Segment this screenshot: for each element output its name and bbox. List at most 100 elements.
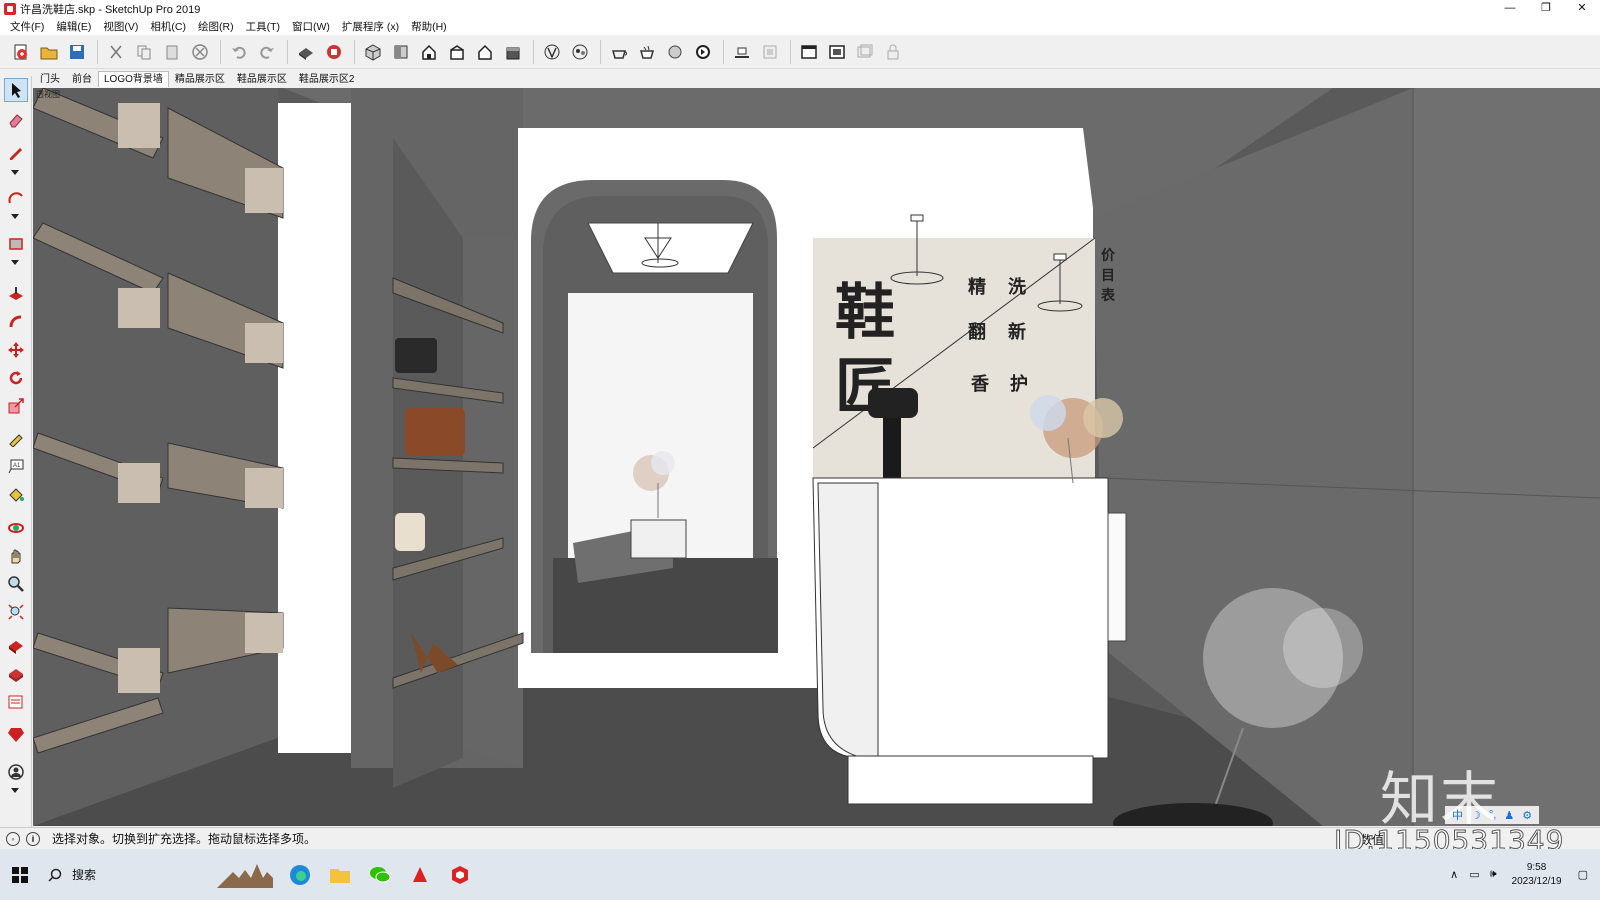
left-view-icon[interactable] bbox=[500, 39, 526, 65]
print-icon[interactable] bbox=[293, 39, 319, 65]
model-viewport[interactable]: 透视图 鞋 匠 精 洗 翻 新 香 护 价目表 bbox=[33, 88, 1600, 826]
scene-tab-shoe-display-2[interactable]: 鞋品展示区2 bbox=[293, 71, 361, 87]
sign-char-jing: 精 bbox=[968, 277, 986, 298]
xray-icon[interactable] bbox=[539, 39, 565, 65]
restore-button[interactable]: ❐ bbox=[1528, 0, 1564, 18]
ruby-icon[interactable] bbox=[4, 722, 28, 746]
scene-tab-front-desk[interactable]: 前台 bbox=[66, 71, 98, 87]
shaded-texture-icon[interactable] bbox=[690, 39, 716, 65]
push-pull-icon[interactable] bbox=[4, 282, 28, 306]
menu-help[interactable]: 帮助(H) bbox=[405, 19, 453, 34]
wechat-icon[interactable] bbox=[360, 855, 400, 895]
close-button[interactable]: ✕ bbox=[1564, 0, 1600, 18]
model-info-icon[interactable] bbox=[321, 39, 347, 65]
ime-settings-icon[interactable]: ⚙ bbox=[1522, 809, 1532, 822]
new-file-icon[interactable] bbox=[8, 39, 34, 65]
menu-window[interactable]: 窗口(W) bbox=[286, 19, 336, 34]
pencil-line-icon[interactable] bbox=[4, 140, 28, 164]
windows-start-icon[interactable] bbox=[0, 855, 40, 895]
ime-lang[interactable]: 中 bbox=[1452, 807, 1463, 823]
ime-user-icon[interactable]: ♟ bbox=[1504, 809, 1514, 822]
copy-icon[interactable] bbox=[131, 39, 157, 65]
eraser-icon[interactable] bbox=[4, 108, 28, 132]
network-icon[interactable]: ▭ bbox=[1469, 868, 1479, 881]
extension-warehouse-icon[interactable] bbox=[824, 39, 850, 65]
rectangle-icon[interactable] bbox=[4, 232, 28, 256]
extension-icon[interactable] bbox=[4, 662, 28, 686]
hidden-line-icon[interactable] bbox=[634, 39, 660, 65]
redo-icon[interactable] bbox=[254, 39, 280, 65]
geo-location-icon[interactable]: ◦ bbox=[6, 831, 20, 846]
chevron-down-icon[interactable] bbox=[11, 260, 19, 265]
right-view-icon[interactable] bbox=[444, 39, 470, 65]
back-view-icon[interactable] bbox=[472, 39, 498, 65]
top-view-icon[interactable] bbox=[388, 39, 414, 65]
select-arrow-icon[interactable] bbox=[4, 78, 28, 102]
open-folder-icon[interactable] bbox=[36, 39, 62, 65]
arc-icon[interactable] bbox=[4, 186, 28, 210]
rotate-icon[interactable] bbox=[4, 366, 28, 390]
menu-view[interactable]: 视图(V) bbox=[97, 19, 144, 34]
follow-me-icon[interactable] bbox=[4, 310, 28, 334]
layout-send-icon[interactable] bbox=[4, 690, 28, 714]
scene-tab-boutique-display[interactable]: 精品展示区 bbox=[169, 71, 231, 87]
warehouse-3d-icon[interactable] bbox=[4, 634, 28, 658]
menu-extensions[interactable]: 扩展程序 (x) bbox=[336, 19, 405, 34]
iso-view-icon[interactable] bbox=[360, 39, 386, 65]
volume-icon[interactable]: 🕪 bbox=[1490, 868, 1497, 881]
text-icon[interactable]: A1 bbox=[4, 454, 28, 478]
taskbar-search[interactable]: 搜索 bbox=[40, 859, 210, 891]
sign-char-xiang: 香 bbox=[971, 374, 989, 395]
zoom-icon[interactable] bbox=[4, 572, 28, 596]
sign-char-xin: 新 bbox=[1008, 322, 1026, 343]
clock-date: 2023/12/19 bbox=[1511, 875, 1562, 887]
menu-tools[interactable]: 工具(T) bbox=[240, 19, 286, 34]
scene-tab-storefront[interactable]: 门头 bbox=[34, 71, 66, 87]
scene-tab-logo-wall[interactable]: LOGO背景墙 bbox=[98, 71, 169, 87]
minimize-button[interactable]: — bbox=[1492, 0, 1528, 18]
clock[interactable]: 9:58 2023/12/19 bbox=[1512, 861, 1562, 889]
ime-moon-icon[interactable]: ☽ bbox=[1471, 809, 1481, 822]
sketchup-taskbar-icon[interactable] bbox=[440, 855, 480, 895]
scene-tab-shoe-display[interactable]: 鞋品展示区 bbox=[231, 71, 293, 87]
sign-char-xi: 洗 bbox=[1008, 277, 1026, 298]
layout-icon[interactable] bbox=[852, 39, 878, 65]
front-view-icon[interactable] bbox=[416, 39, 442, 65]
menu-camera[interactable]: 相机(C) bbox=[144, 19, 192, 34]
scale-icon[interactable] bbox=[4, 394, 28, 418]
wireframe-icon[interactable] bbox=[606, 39, 632, 65]
lock-icon[interactable] bbox=[880, 39, 906, 65]
orbit-icon[interactable] bbox=[4, 516, 28, 540]
chevron-down-icon[interactable] bbox=[11, 170, 19, 175]
menu-draw[interactable]: 绘图(R) bbox=[192, 19, 240, 34]
shaded-icon[interactable] bbox=[662, 39, 688, 65]
move-icon[interactable] bbox=[4, 338, 28, 362]
section-display-icon[interactable] bbox=[757, 39, 783, 65]
undo-icon[interactable] bbox=[226, 39, 252, 65]
info-icon[interactable]: i bbox=[26, 831, 40, 846]
edge-browser-icon[interactable] bbox=[280, 855, 320, 895]
section-plane-icon[interactable] bbox=[729, 39, 755, 65]
user-icon[interactable] bbox=[4, 760, 28, 784]
erase-icon[interactable] bbox=[187, 39, 213, 65]
title-bar: 许昌洗鞋店.skp - SketchUp Pro 2019 — ❐ ✕ bbox=[0, 0, 1600, 18]
chevron-down-icon[interactable] bbox=[11, 214, 19, 219]
cut-icon[interactable] bbox=[103, 39, 129, 65]
back-edges-icon[interactable] bbox=[567, 39, 593, 65]
tape-measure-icon[interactable] bbox=[4, 426, 28, 450]
pdf-reader-icon[interactable] bbox=[400, 855, 440, 895]
notification-icon[interactable]: ▢ bbox=[1578, 868, 1588, 881]
pan-icon[interactable] bbox=[4, 544, 28, 568]
paint-bucket-icon[interactable] bbox=[4, 482, 28, 506]
file-explorer-icon[interactable] bbox=[320, 855, 360, 895]
chevron-down-icon[interactable] bbox=[11, 788, 19, 793]
zoom-extents-icon[interactable] bbox=[4, 600, 28, 624]
status-message: 选择对象。切换到扩充选择。拖动鼠标选择多项。 bbox=[52, 832, 317, 846]
menu-file[interactable]: 文件(F) bbox=[4, 19, 50, 34]
warehouse-icon[interactable] bbox=[796, 39, 822, 65]
menu-edit[interactable]: 编辑(E) bbox=[50, 19, 97, 34]
ime-punct[interactable]: °, bbox=[1489, 809, 1496, 821]
paste-icon[interactable] bbox=[159, 39, 185, 65]
tray-chevron-up-icon[interactable]: ∧ bbox=[1450, 868, 1458, 881]
save-icon[interactable] bbox=[64, 39, 90, 65]
